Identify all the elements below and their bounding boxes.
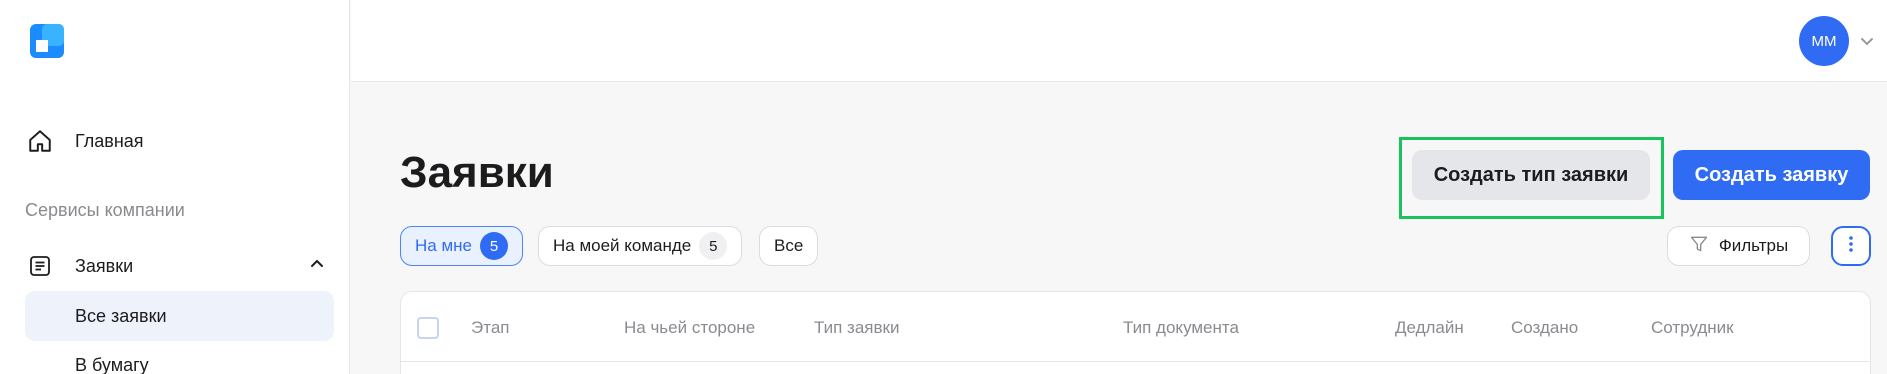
sidebar-subitem-all-requests[interactable]: Все заявки <box>25 291 334 341</box>
chip-all[interactable]: Все <box>759 226 819 266</box>
sidebar: Главная Сервисы компании Заявки Все заяв… <box>0 0 350 374</box>
requests-icon <box>25 251 55 281</box>
chip-count: 5 <box>699 232 728 260</box>
chip-label: На моей команде <box>553 236 692 255</box>
column-header-created[interactable]: Создано <box>1511 318 1578 338</box>
column-header-document-type[interactable]: Тип документа <box>1123 318 1239 338</box>
more-vertical-icon <box>1848 235 1854 258</box>
column-header-deadline[interactable]: Дедлайн <box>1395 318 1464 338</box>
filters-button[interactable]: Фильтры <box>1667 226 1810 266</box>
requests-table: Этап На чьей стороне Тип заявки Тип доку… <box>400 291 1871 374</box>
sidebar-item-label: Главная <box>75 130 144 151</box>
column-header-side[interactable]: На чьей стороне <box>624 318 755 338</box>
column-header-stage[interactable]: Этап <box>471 318 509 338</box>
chip-count: 5 <box>480 232 508 260</box>
column-header-request-type[interactable]: Тип заявки <box>814 318 899 338</box>
avatar[interactable]: ММ <box>1799 16 1849 66</box>
sidebar-item-requests[interactable]: Заявки <box>25 251 325 281</box>
chip-on-me[interactable]: На мне 5 <box>400 226 523 266</box>
create-request-button[interactable]: Создать заявку <box>1673 150 1870 200</box>
chip-my-team[interactable]: На моей команде 5 <box>538 226 743 266</box>
logo-icon[interactable] <box>30 24 64 58</box>
chevron-up-icon[interactable] <box>309 256 325 277</box>
sidebar-item-label: Заявки <box>75 255 134 276</box>
topbar: ММ <box>351 0 1887 82</box>
create-request-type-button[interactable]: Создать тип заявки <box>1412 150 1650 200</box>
chip-label: Все <box>774 236 804 255</box>
table-header: Этап На чьей стороне Тип заявки Тип доку… <box>401 292 1870 362</box>
page-title: Заявки <box>400 148 554 197</box>
section-label: Сервисы компании <box>25 200 185 220</box>
sidebar-item-home[interactable]: Главная <box>25 126 144 156</box>
chevron-down-icon[interactable] <box>1859 33 1875 54</box>
more-options-button[interactable] <box>1831 226 1871 266</box>
sidebar-subitem-to-paper[interactable]: В бумагу <box>25 340 334 374</box>
select-all-checkbox[interactable] <box>417 317 439 339</box>
chip-label: На мне <box>415 236 472 255</box>
filters-label: Фильтры <box>1718 236 1789 255</box>
column-header-employee[interactable]: Сотрудник <box>1651 318 1734 338</box>
home-icon <box>25 126 55 156</box>
filter-icon <box>1689 234 1709 259</box>
